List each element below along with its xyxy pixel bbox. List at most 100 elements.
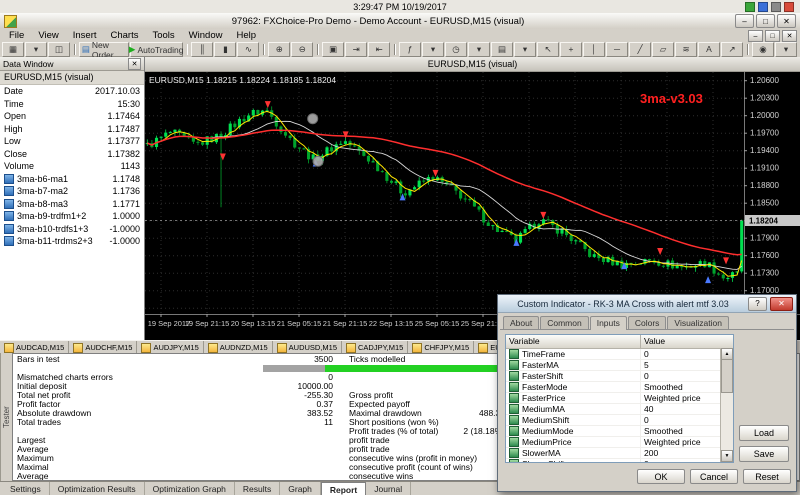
fibonacci-tool-button[interactable]: ≋	[675, 42, 697, 57]
tester-tab-settings[interactable]: Settings	[2, 482, 50, 495]
horizontal-line-tool-button[interactable]: ─	[606, 42, 628, 57]
channel-tool-icon: ▱	[660, 45, 667, 54]
dialog-tab-about[interactable]: About	[503, 316, 539, 329]
menu-window[interactable]: Window	[182, 29, 230, 42]
chart-shift-button[interactable]: ⇤	[368, 42, 390, 57]
data-window-row-volume: Volume1143	[0, 160, 144, 173]
input-row-fastermode: FasterModeSmoothed	[506, 382, 721, 393]
input-value-cell[interactable]: 200	[641, 448, 721, 458]
reset-button[interactable]: Reset	[743, 469, 791, 484]
input-value-cell[interactable]: 0	[641, 371, 721, 381]
auto-scroll-button[interactable]: ⇥	[345, 42, 367, 57]
periods-dropdown-button[interactable]: ▾	[468, 42, 490, 57]
tester-tab-journal[interactable]: Journal	[366, 482, 411, 495]
data-window-label-text: 3ma-b6-ma1	[17, 174, 68, 184]
input-value-cell[interactable]: 0	[641, 415, 721, 425]
data-window-row-label: Close	[4, 149, 107, 159]
new-chart-button[interactable]: ▦	[2, 42, 24, 57]
chart-restore-button[interactable]: □	[765, 30, 780, 42]
minimize-button[interactable]: –	[735, 14, 754, 28]
input-value-cell[interactable]: 0	[641, 459, 721, 462]
indicator-buffer-icon	[4, 211, 14, 221]
input-value-cell[interactable]: Weighted price	[641, 393, 721, 403]
data-window-row-label: Low	[4, 136, 107, 146]
save-button[interactable]: Save	[739, 446, 789, 462]
record-icon[interactable]	[784, 2, 794, 12]
tester-tab-optimization-graph[interactable]: Optimization Graph	[145, 482, 235, 495]
inputs-scrollbar[interactable]: ▲ ▼	[720, 348, 733, 462]
cancel-button[interactable]: Cancel	[690, 469, 738, 484]
close-button[interactable]: ✕	[777, 14, 796, 28]
bar-chart-mode-button[interactable]: ║	[191, 42, 213, 57]
capture-icon-blue[interactable]	[758, 2, 768, 12]
chart-window-caption[interactable]: EURUSD,M15 (visual)	[145, 57, 800, 72]
input-value-cell[interactable]: Smoothed	[641, 426, 721, 436]
input-value-cell[interactable]: Weighted price	[641, 437, 721, 447]
indicators-dropdown-button[interactable]: ▾	[422, 42, 444, 57]
autotrading-button[interactable]: ▶AutoTrading	[130, 42, 183, 57]
data-window-label-text: 3ma-b9-trdfm1+2	[17, 211, 86, 221]
dialog-tab-inputs[interactable]: Inputs	[590, 316, 627, 330]
zoom-in-button[interactable]: ⊕	[268, 42, 290, 57]
search-button[interactable]: ◉	[752, 42, 774, 57]
report-gap	[333, 409, 349, 418]
channel-tool-button[interactable]: ▱	[652, 42, 674, 57]
svg-text:25 Sep 05:15: 25 Sep 05:15	[415, 319, 460, 328]
menu-file[interactable]: File	[2, 29, 31, 42]
trendline-tool-button[interactable]: ╱	[629, 42, 651, 57]
profiles-button[interactable]: ◫	[48, 42, 70, 57]
inputs-table: Variable Value TimeFrame0FasterMA5Faster…	[505, 334, 734, 463]
input-variable-cell: FasterPrice	[506, 393, 641, 403]
candlestick-mode-button[interactable]: ▮	[214, 42, 236, 57]
periods-button[interactable]: ◷	[445, 42, 467, 57]
input-value-cell[interactable]: Smoothed	[641, 382, 721, 392]
indicator-buffer-icon	[4, 186, 14, 196]
tester-panel-caption[interactable]: Tester	[0, 353, 12, 481]
menu-help[interactable]: Help	[229, 29, 263, 42]
chart-minimize-button[interactable]: –	[748, 30, 763, 42]
zoom-out-button[interactable]: ⊖	[291, 42, 313, 57]
scrollbar-thumb[interactable]	[721, 359, 733, 393]
dialog-tab-colors[interactable]: Colors	[628, 316, 667, 329]
tester-tab-optimization-results[interactable]: Optimization Results	[50, 482, 145, 495]
load-button[interactable]: Load	[739, 425, 789, 441]
new-chart-dropdown-button[interactable]: ▾	[25, 42, 47, 57]
indicators-button[interactable]: ƒ	[399, 42, 421, 57]
new-order-button[interactable]: ▤New Order	[79, 42, 129, 57]
line-chart-mode-button[interactable]: ∿	[237, 42, 259, 57]
tester-tab-results[interactable]: Results	[235, 482, 280, 495]
menu-tools[interactable]: Tools	[145, 29, 181, 42]
input-value-cell[interactable]: 5	[641, 360, 721, 370]
report-value-1: 383.52	[247, 409, 333, 418]
vertical-line-tool-button[interactable]: │	[583, 42, 605, 57]
menu-view[interactable]: View	[31, 29, 65, 42]
scroll-down-icon[interactable]: ▼	[721, 450, 733, 462]
crosshair-tool-button[interactable]: +	[560, 42, 582, 57]
dialog-help-button[interactable]: ?	[748, 297, 767, 311]
maximize-button[interactable]: □	[756, 14, 775, 28]
dialog-tab-visualization[interactable]: Visualization	[667, 316, 729, 329]
tester-tab-report[interactable]: Report	[321, 482, 366, 495]
data-window-row-label: 3ma-b7-ma2	[4, 186, 112, 196]
candlestick-mode-icon: ▮	[223, 45, 228, 54]
capture-icon-green[interactable]	[745, 2, 755, 12]
search-dropdown-button[interactable]: ▾	[775, 42, 797, 57]
data-window-close-icon[interactable]: ✕	[128, 58, 141, 70]
dialog-close-button[interactable]: ✕	[770, 297, 793, 311]
tester-tab-graph[interactable]: Graph	[280, 482, 321, 495]
input-row-fastershift: FasterShift0	[506, 371, 721, 382]
ok-button[interactable]: OK	[637, 469, 685, 484]
text-tool-button[interactable]: A	[698, 42, 720, 57]
arrows-tool-button[interactable]: ↗	[721, 42, 743, 57]
templates-dropdown-button[interactable]: ▾	[514, 42, 536, 57]
input-value-cell[interactable]: 40	[641, 404, 721, 414]
templates-button[interactable]: ▤	[491, 42, 513, 57]
horizontal-line-tool-icon: ─	[614, 45, 620, 54]
dialog-tab-common[interactable]: Common	[540, 316, 588, 329]
dialog-content: Variable Value TimeFrame0FasterMA5Faster…	[500, 329, 794, 466]
tile-windows-button[interactable]: ▣	[322, 42, 344, 57]
chart-close-button[interactable]: ✕	[782, 30, 797, 42]
cursor-tool-button[interactable]: ↖	[537, 42, 559, 57]
input-value-cell[interactable]: 0	[641, 349, 721, 359]
capture-icon-gray[interactable]	[771, 2, 781, 12]
